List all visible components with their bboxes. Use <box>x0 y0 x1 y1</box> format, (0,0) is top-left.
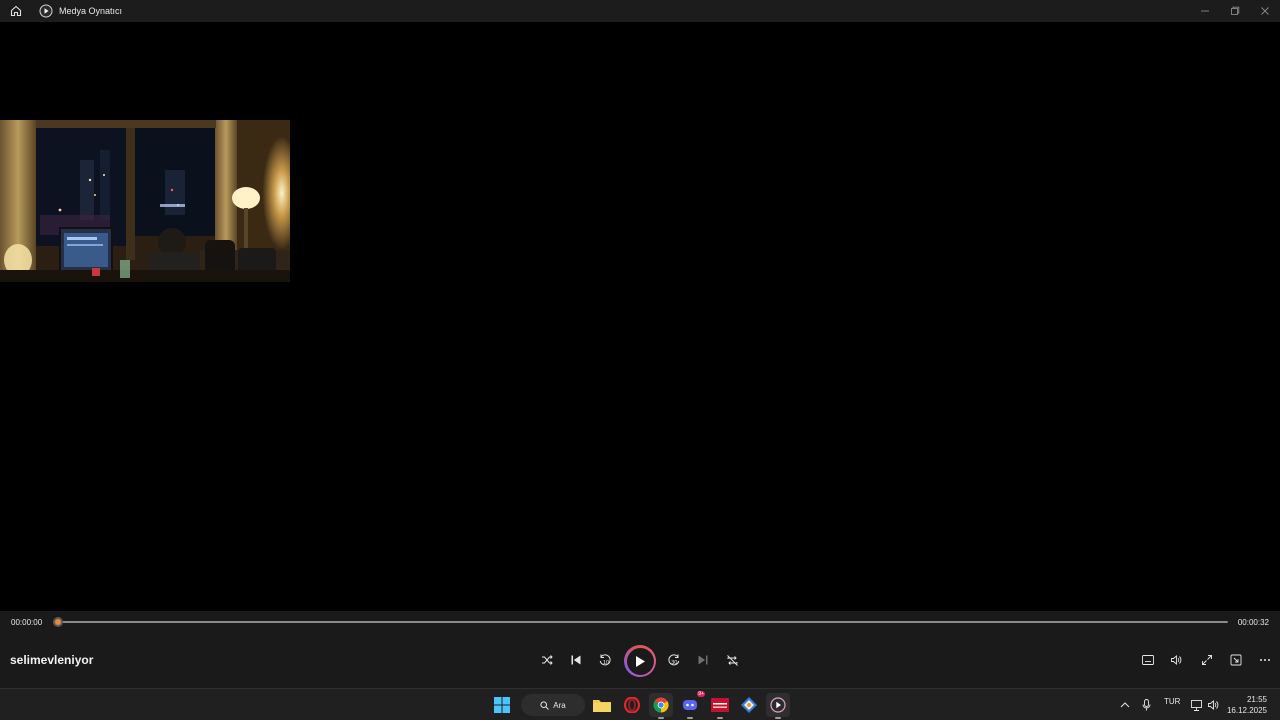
search-label: Ara <box>553 700 566 710</box>
forward-30-icon: 30 <box>668 654 680 666</box>
title-bar: Medya Oynatıcı <box>0 0 1280 22</box>
mini-player-icon <box>1230 654 1242 666</box>
video-frame[interactable] <box>0 120 290 282</box>
close-icon <box>1261 7 1269 15</box>
taskbar-app-tools[interactable] <box>737 693 761 717</box>
volume-icon <box>1171 655 1182 665</box>
mini-player-button[interactable] <box>1225 649 1247 671</box>
opera-icon <box>624 697 640 713</box>
subtitles-button[interactable] <box>1137 649 1159 671</box>
fullscreen-icon <box>1202 655 1212 665</box>
tools-app-icon <box>741 697 757 713</box>
seek-thumb[interactable] <box>53 617 63 627</box>
home-button[interactable] <box>1 0 31 22</box>
language-indicator[interactable]: TUR <box>1164 697 1180 706</box>
rewind-10-button[interactable]: 10 <box>594 649 616 671</box>
search-icon <box>540 700 550 710</box>
media-title: selimevleniyor <box>10 653 94 667</box>
active-indicator <box>775 717 781 719</box>
close-button[interactable] <box>1250 0 1280 22</box>
restore-button[interactable] <box>1220 0 1250 22</box>
previous-button[interactable] <box>565 649 587 671</box>
chevron-up-icon <box>1120 702 1130 708</box>
active-indicator <box>687 717 693 719</box>
previous-icon <box>571 655 581 665</box>
media-player-icon <box>770 697 786 713</box>
svg-text:10: 10 <box>603 660 609 666</box>
folder-icon <box>593 700 611 712</box>
home-icon <box>10 5 22 17</box>
discord-badge: 9+ <box>697 691 705 697</box>
minimize-icon <box>1201 10 1209 12</box>
window-title: Medya Oynatıcı <box>59 6 123 16</box>
taskbar: Ara 9+ TUR 21:55 16.12.2025 <box>0 688 1280 720</box>
seek-bar[interactable] <box>57 621 1228 623</box>
taskbar-discord[interactable]: 9+ <box>678 691 705 719</box>
media-player-app-icon <box>39 4 53 18</box>
fullscreen-button[interactable] <box>1196 649 1218 671</box>
more-button[interactable] <box>1254 649 1276 671</box>
next-button[interactable] <box>692 649 714 671</box>
shuffle-button[interactable] <box>536 649 558 671</box>
volume-button[interactable] <box>1165 649 1187 671</box>
microphone-button[interactable] <box>1134 693 1158 717</box>
total-time: 00:00:32 <box>1237 618 1269 627</box>
taskbar-clock[interactable]: 21:55 16.12.2025 <box>1227 694 1267 716</box>
video-still-image <box>0 120 290 282</box>
play-icon <box>636 655 645 667</box>
windows-start-icon <box>494 697 510 713</box>
taskbar-search[interactable]: Ara <box>521 694 585 716</box>
active-indicator <box>717 717 723 719</box>
chrome-icon <box>653 697 669 713</box>
minimize-button[interactable] <box>1190 0 1220 22</box>
active-indicator <box>658 717 664 719</box>
microphone-icon <box>1142 699 1150 711</box>
app-red-icon <box>711 698 729 712</box>
rewind-10-icon: 10 <box>599 654 611 666</box>
subtitles-icon <box>1142 655 1154 665</box>
taskbar-media-player[interactable] <box>766 693 790 719</box>
repeat-button[interactable] <box>721 649 743 671</box>
volume-tray-button[interactable] <box>1201 693 1225 717</box>
taskbar-file-explorer[interactable] <box>590 693 614 717</box>
shuffle-icon <box>542 655 553 665</box>
clock-time: 21:55 <box>1246 695 1267 704</box>
svg-text:30: 30 <box>671 660 677 666</box>
video-area[interactable] <box>0 22 1280 611</box>
speaker-icon <box>1208 700 1219 710</box>
taskbar-opera[interactable] <box>620 693 644 717</box>
forward-30-button[interactable]: 30 <box>663 649 685 671</box>
current-time: 00:00:00 <box>11 618 43 627</box>
player-controls-bar: 00:00:00 00:00:32 selimevleniyor 10 30 <box>0 611 1280 688</box>
taskbar-app-red[interactable] <box>708 693 732 719</box>
repeat-off-icon <box>726 654 738 666</box>
start-button[interactable] <box>490 693 514 717</box>
restore-icon <box>1231 6 1240 15</box>
discord-icon <box>683 700 697 710</box>
clock-date: 16.12.2025 <box>1226 706 1267 715</box>
more-icon <box>1260 659 1270 661</box>
play-button[interactable] <box>624 645 656 677</box>
next-icon <box>698 655 708 665</box>
taskbar-chrome[interactable] <box>649 693 673 719</box>
